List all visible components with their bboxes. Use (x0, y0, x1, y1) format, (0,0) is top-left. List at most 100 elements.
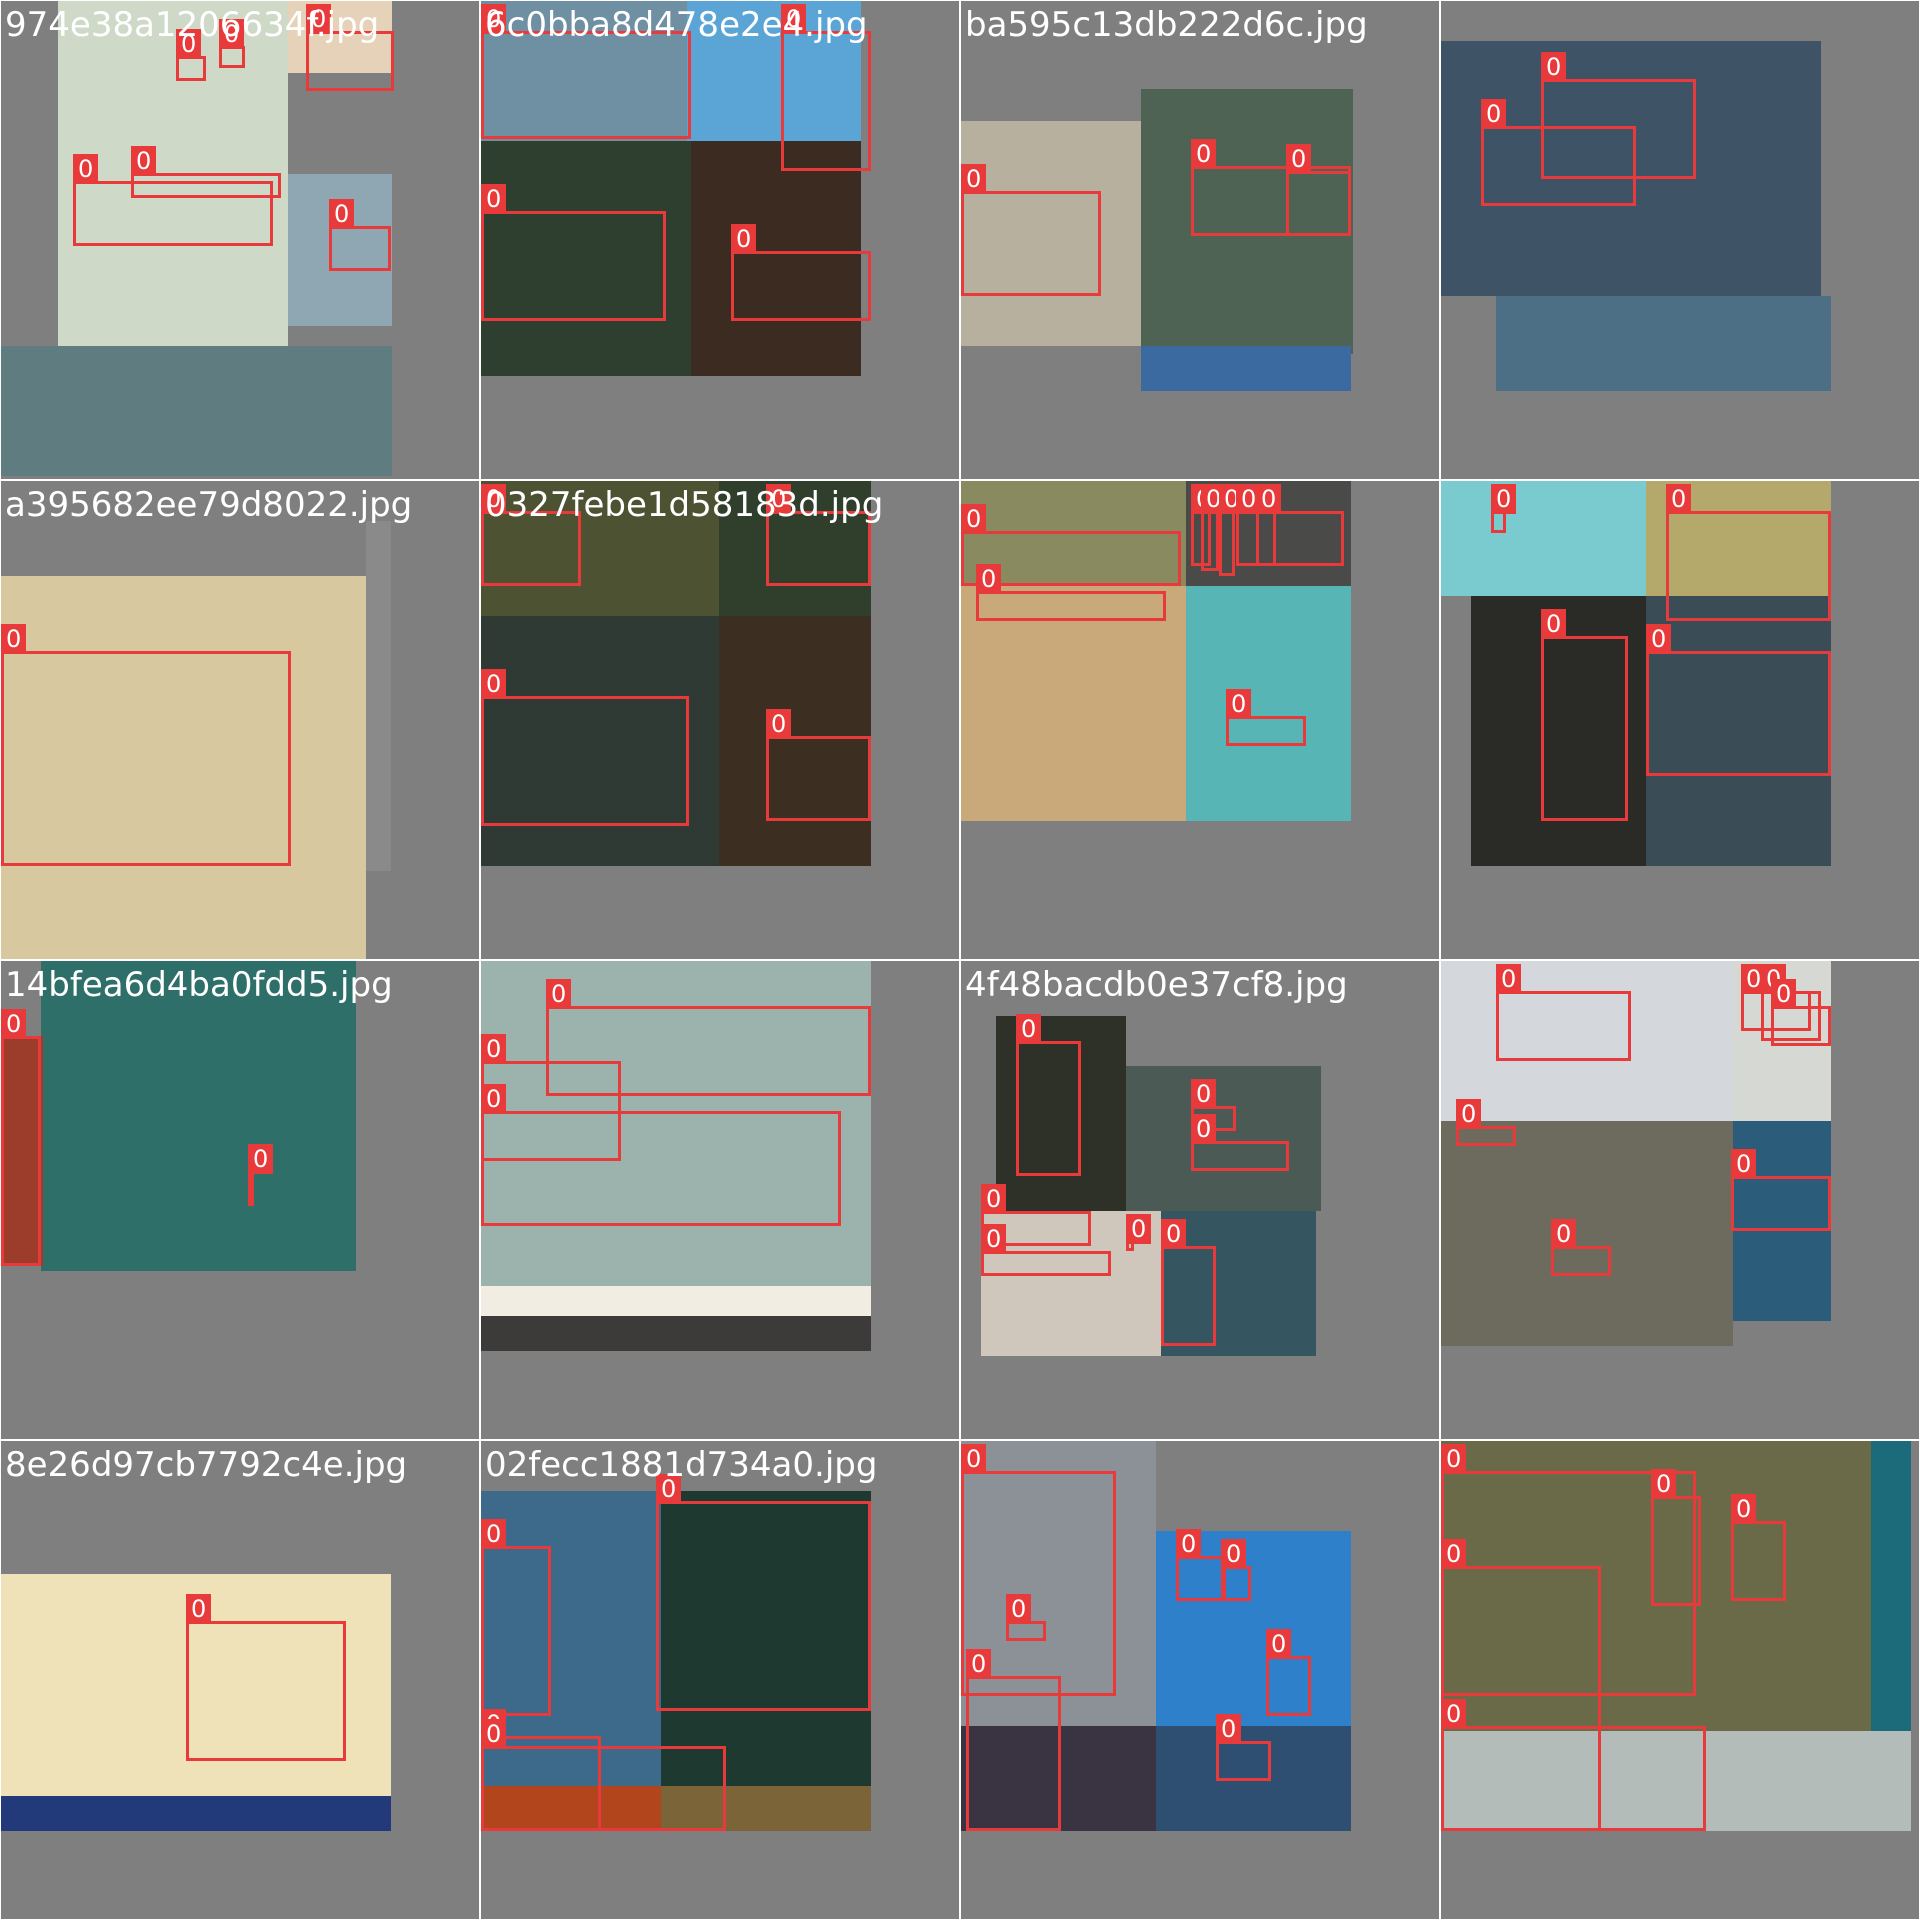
detection-class-label: 0 (329, 199, 355, 229)
fish-photo (1, 346, 392, 476)
image-filename: 6c0bba8d478e2e4.jpg (485, 5, 868, 45)
detection-class-label: 0 (481, 1719, 507, 1749)
detection-box: 0 (1161, 1219, 1216, 1346)
detection-box: 0 (1496, 964, 1631, 1061)
fish-photo (961, 586, 1186, 821)
detection-box: 0 (176, 29, 206, 81)
image-filename: a395682ee79d8022.jpg (5, 485, 413, 525)
mosaic-tile: 0 0 0 0 0 0 974e38a1206634f.jpg (1, 1, 479, 479)
detection-class-label: 0 (1286, 144, 1312, 174)
detection-class-label: 0 (766, 709, 792, 739)
detection-box: 0 (1286, 144, 1351, 236)
fish-photo (1, 1796, 391, 1831)
fish-photo (481, 1286, 871, 1316)
detection-class-label: 0 (961, 1444, 987, 1474)
detection-class-label: 0 (1541, 609, 1567, 639)
detection-box: 0 (1266, 1629, 1311, 1716)
fish-photo (1141, 346, 1351, 391)
detection-box: 0 (481, 1084, 841, 1226)
detection-class-label: 0 (186, 1594, 212, 1624)
fish-photo (1496, 296, 1831, 391)
detection-class-label: 0 (1191, 139, 1217, 169)
detection-box: 0 (1646, 624, 1831, 776)
detection-class-label: 0 (1, 1009, 27, 1039)
detection-class-label: 0 (1161, 1219, 1187, 1249)
image-filename: 8e26d97cb7792c4e.jpg (5, 1445, 408, 1485)
detection-box: 0 (329, 199, 391, 271)
detection-class-label: 0 (1646, 624, 1672, 654)
detection-box: 0 (1, 624, 291, 866)
detection-class-label: 0 (1191, 1114, 1217, 1144)
mosaic-tile: 0 0 0 (481, 961, 959, 1439)
mosaic-tile: 0 a395682ee79d8022.jpg (1, 481, 479, 959)
detection-class-label: 0 (546, 979, 572, 1009)
image-filename: 0327febe1d58183d.jpg (485, 485, 884, 525)
detection-box: 0 (1191, 1114, 1289, 1171)
mosaic-tile: 0000000 (1441, 961, 1919, 1439)
detection-box: 0 (1731, 1494, 1786, 1601)
detection-box: 0 (731, 224, 871, 321)
detection-class-label: 0 (1541, 52, 1567, 82)
fish-photo (366, 521, 391, 871)
detection-box: 0 (186, 1594, 346, 1761)
detection-box: 0 (1551, 1219, 1611, 1276)
detection-box: 0 (781, 4, 871, 171)
detection-box: 0 (1541, 52, 1696, 179)
detection-box: 0 (981, 1224, 1111, 1276)
detection-box: 0 (961, 164, 1101, 296)
detection-box: 0 (1666, 484, 1831, 621)
detection-box: 0 (1456, 1099, 1516, 1146)
detection-box: 0 (1216, 1714, 1271, 1781)
detection-class-label: 0 (481, 1084, 507, 1114)
detection-box: 0 (248, 1144, 274, 1206)
detection-box: 0 (1491, 484, 1517, 533)
detection-class-label: 0 (481, 1519, 507, 1549)
detection-class-label: 0 (1216, 1714, 1242, 1744)
detection-class-label: 0 (961, 504, 987, 534)
mosaic-tile: 0 0 0 0 0 (1441, 1441, 1919, 1919)
fish-photo (1441, 481, 1646, 596)
mosaic-tile: 00 (1441, 1, 1919, 479)
detection-box: 0 (1126, 1214, 1152, 1251)
image-filename: ba595c13db222d6c.jpg (965, 5, 1368, 45)
detection-class-label: 0 (1666, 484, 1692, 514)
detection-class-label: 0 (1266, 1629, 1292, 1659)
detection-box: 0 (1256, 484, 1344, 566)
detection-box: 0 (1176, 1529, 1226, 1601)
detection-class-label: 0 (1256, 484, 1282, 514)
detection-class-label: 0 (1651, 1469, 1677, 1499)
detection-box: 0 (1771, 979, 1831, 1046)
detection-class-label: 0 (481, 1034, 507, 1064)
detection-class-label: 0 (1551, 1219, 1577, 1249)
mosaic-tile: 0 0 0 0 0327febe1d58183d.jpg (481, 481, 959, 959)
detection-box: 0 (1219, 484, 1245, 576)
image-filename: 974e38a1206634f.jpg (5, 5, 380, 45)
mosaic-tile: 00000000 (961, 481, 1439, 959)
mosaic-tile: 0 8e26d97cb7792c4e.jpg (1, 1441, 479, 1919)
detection-class-label: 0 (1006, 1594, 1032, 1624)
detection-box: 0 (1221, 1539, 1251, 1601)
detection-class-label: 0 (1, 624, 27, 654)
detection-class-label: 0 (981, 1224, 1007, 1254)
detection-class-label: 0 (481, 184, 507, 214)
mosaic-tile: 0 0 14bfea6d4ba0fdd5.jpg (1, 961, 479, 1439)
detection-box: 0 (1651, 1469, 1701, 1606)
detection-class-label: 0 (961, 164, 987, 194)
detection-box: 0 (481, 1519, 551, 1716)
detection-class-label: 0 (131, 146, 157, 176)
image-filename: 4f48bacdb0e37cf8.jpg (965, 965, 1348, 1005)
detection-class-label: 0 (1176, 1529, 1202, 1559)
detection-class-label: 0 (1126, 1214, 1152, 1244)
detection-box: 0 (966, 1649, 1061, 1831)
detection-class-label: 0 (1221, 1539, 1247, 1569)
detection-box: 0 (1201, 484, 1227, 571)
mosaic-tile: 0 0 0 0 6c0bba8d478e2e4.jpg (481, 1, 959, 479)
mosaic-tile: 0 0 0 0 0 0 0 4f48bacdb0e37cf8.jpg (961, 961, 1439, 1439)
detection-class-label: 0 (1731, 1149, 1757, 1179)
detection-class-label: 0 (1481, 99, 1507, 129)
detection-class-label: 0 (1016, 1014, 1042, 1044)
image-filename: 02fecc1881d734a0.jpg (485, 1445, 878, 1485)
detection-class-label: 0 (976, 564, 1002, 594)
detection-box: 0 (1541, 609, 1628, 821)
detection-box: 0 (1731, 1149, 1831, 1231)
